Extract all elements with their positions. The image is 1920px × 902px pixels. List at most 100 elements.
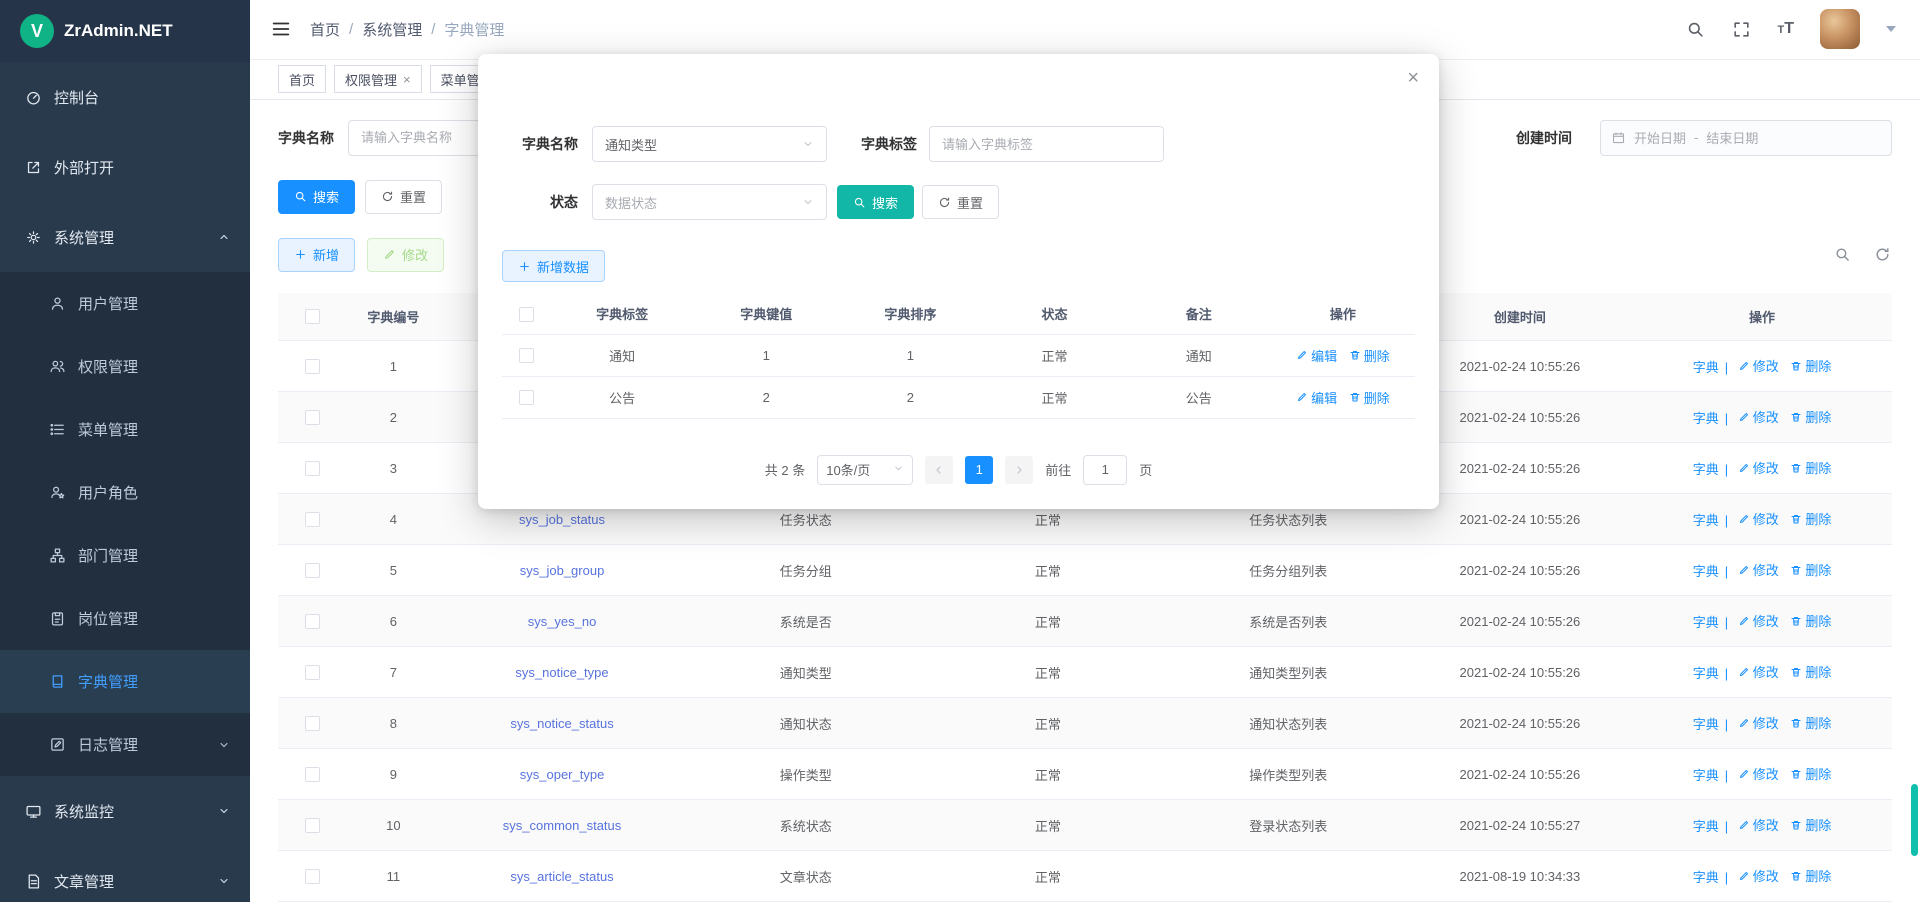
page-number-button[interactable]: 1: [965, 456, 993, 484]
sidebar-item-external[interactable]: 外部打开: [0, 132, 250, 202]
edit-link[interactable]: 修改: [1738, 815, 1779, 834]
add-button[interactable]: 新增: [278, 238, 355, 272]
edit-link[interactable]: 修改: [1738, 764, 1779, 783]
edit-link[interactable]: 修改: [1738, 662, 1779, 681]
dict-type-link[interactable]: sys_article_status: [510, 869, 613, 884]
sidebar-item-dashboard[interactable]: 控制台: [0, 62, 250, 132]
dict-data-link[interactable]: 字典: [1693, 459, 1719, 478]
dialog-search-button[interactable]: 搜索: [837, 185, 914, 219]
dict-data-link[interactable]: 字典: [1693, 816, 1719, 835]
add-data-button[interactable]: 新增数据: [502, 250, 605, 282]
status-select[interactable]: 数据状态: [592, 184, 827, 220]
delete-link[interactable]: 删除: [1790, 866, 1831, 885]
date-range-picker[interactable]: 开始日期 - 结束日期: [1600, 120, 1892, 156]
edit-link[interactable]: 修改: [1738, 407, 1779, 426]
edit-link[interactable]: 修改: [1738, 713, 1779, 732]
dict-label-input[interactable]: [929, 126, 1164, 162]
edit-link[interactable]: 修改: [1738, 866, 1779, 885]
row-checkbox[interactable]: [519, 348, 534, 363]
search-icon[interactable]: [1834, 246, 1852, 264]
sidebar-item-user-roles[interactable]: 用户角色: [0, 461, 250, 524]
dict-type-link[interactable]: sys_job_group: [520, 563, 605, 578]
row-checkbox[interactable]: [305, 665, 320, 680]
delete-link[interactable]: 删除: [1349, 346, 1390, 365]
row-checkbox[interactable]: [305, 869, 320, 884]
row-checkbox[interactable]: [305, 359, 320, 374]
edit-button[interactable]: 修改: [367, 238, 444, 272]
breadcrumb-home[interactable]: 首页: [310, 19, 340, 40]
delete-link[interactable]: 删除: [1790, 458, 1831, 477]
font-size-icon[interactable]: TT: [1777, 20, 1794, 38]
sidebar-item-permissions[interactable]: 权限管理: [0, 335, 250, 398]
delete-link[interactable]: 删除: [1790, 356, 1831, 375]
edit-link[interactable]: 修改: [1738, 458, 1779, 477]
sidebar-item-articles[interactable]: 文章管理: [0, 846, 250, 902]
sidebar-item-posts[interactable]: 岗位管理: [0, 587, 250, 650]
dict-data-link[interactable]: 字典: [1693, 408, 1719, 427]
app-logo[interactable]: V ZrAdmin.NET: [0, 0, 250, 62]
edit-link[interactable]: 编辑: [1296, 388, 1337, 407]
tab-permissions[interactable]: 权限管理 ×: [334, 65, 422, 93]
delete-link[interactable]: 删除: [1790, 407, 1831, 426]
search-button[interactable]: 搜索: [278, 180, 355, 214]
sidebar-item-monitor[interactable]: 系统监控: [0, 776, 250, 846]
dict-data-link[interactable]: 字典: [1693, 612, 1719, 631]
dict-data-link[interactable]: 字典: [1693, 357, 1719, 376]
sidebar-item-departments[interactable]: 部门管理: [0, 524, 250, 587]
row-checkbox[interactable]: [305, 563, 320, 578]
edit-link[interactable]: 编辑: [1296, 346, 1337, 365]
dict-data-link[interactable]: 字典: [1693, 765, 1719, 784]
avatar-caret-icon[interactable]: [1886, 26, 1896, 32]
dict-data-link[interactable]: 字典: [1693, 561, 1719, 580]
dict-data-link[interactable]: 字典: [1693, 867, 1719, 886]
delete-link[interactable]: 删除: [1790, 815, 1831, 834]
edit-link[interactable]: 修改: [1738, 356, 1779, 375]
dict-type-link[interactable]: sys_notice_status: [510, 716, 613, 731]
dict-type-link[interactable]: sys_yes_no: [528, 614, 597, 629]
row-checkbox[interactable]: [305, 767, 320, 782]
dict-type-link[interactable]: sys_job_status: [519, 512, 605, 527]
edit-link[interactable]: 修改: [1738, 560, 1779, 579]
row-checkbox[interactable]: [305, 716, 320, 731]
row-checkbox[interactable]: [305, 512, 320, 527]
sidebar-item-menus[interactable]: 菜单管理: [0, 398, 250, 461]
edit-link[interactable]: 修改: [1738, 611, 1779, 630]
dict-name-select[interactable]: 通知类型: [592, 126, 827, 162]
prev-page-button[interactable]: [925, 456, 953, 484]
delete-link[interactable]: 删除: [1790, 713, 1831, 732]
select-all-checkbox[interactable]: [305, 309, 320, 324]
scrollbar-thumb[interactable]: [1911, 784, 1918, 856]
delete-link[interactable]: 删除: [1349, 388, 1390, 407]
dict-type-link[interactable]: sys_oper_type: [520, 767, 605, 782]
delete-link[interactable]: 删除: [1790, 509, 1831, 528]
dict-data-link[interactable]: 字典: [1693, 663, 1719, 682]
sidebar-item-users[interactable]: 用户管理: [0, 272, 250, 335]
goto-page-input[interactable]: [1083, 455, 1127, 485]
sidebar-item-system[interactable]: 系统管理: [0, 202, 250, 272]
search-icon[interactable]: [1685, 19, 1705, 39]
row-checkbox[interactable]: [305, 614, 320, 629]
dict-data-link[interactable]: 字典: [1693, 510, 1719, 529]
delete-link[interactable]: 删除: [1790, 560, 1831, 579]
user-avatar[interactable]: [1820, 9, 1860, 49]
delete-link[interactable]: 删除: [1790, 764, 1831, 783]
next-page-button[interactable]: [1005, 456, 1033, 484]
reset-button[interactable]: 重置: [365, 180, 442, 214]
dict-type-link[interactable]: sys_common_status: [503, 818, 622, 833]
row-checkbox[interactable]: [305, 461, 320, 476]
close-icon[interactable]: ×: [403, 72, 411, 87]
breadcrumb-system[interactable]: 系统管理: [362, 19, 422, 40]
refresh-icon[interactable]: [1874, 246, 1892, 264]
edit-link[interactable]: 修改: [1738, 509, 1779, 528]
tab-home[interactable]: 首页: [278, 65, 326, 93]
select-all-checkbox[interactable]: [519, 307, 534, 322]
dialog-reset-button[interactable]: 重置: [922, 185, 999, 219]
hamburger-icon[interactable]: [270, 18, 292, 40]
row-checkbox[interactable]: [305, 818, 320, 833]
row-checkbox[interactable]: [305, 410, 320, 425]
sidebar-item-dictionary[interactable]: 字典管理: [0, 650, 250, 713]
fullscreen-icon[interactable]: [1731, 19, 1751, 39]
close-icon[interactable]: ×: [1407, 68, 1419, 88]
delete-link[interactable]: 删除: [1790, 662, 1831, 681]
dict-type-link[interactable]: sys_notice_type: [515, 665, 608, 680]
